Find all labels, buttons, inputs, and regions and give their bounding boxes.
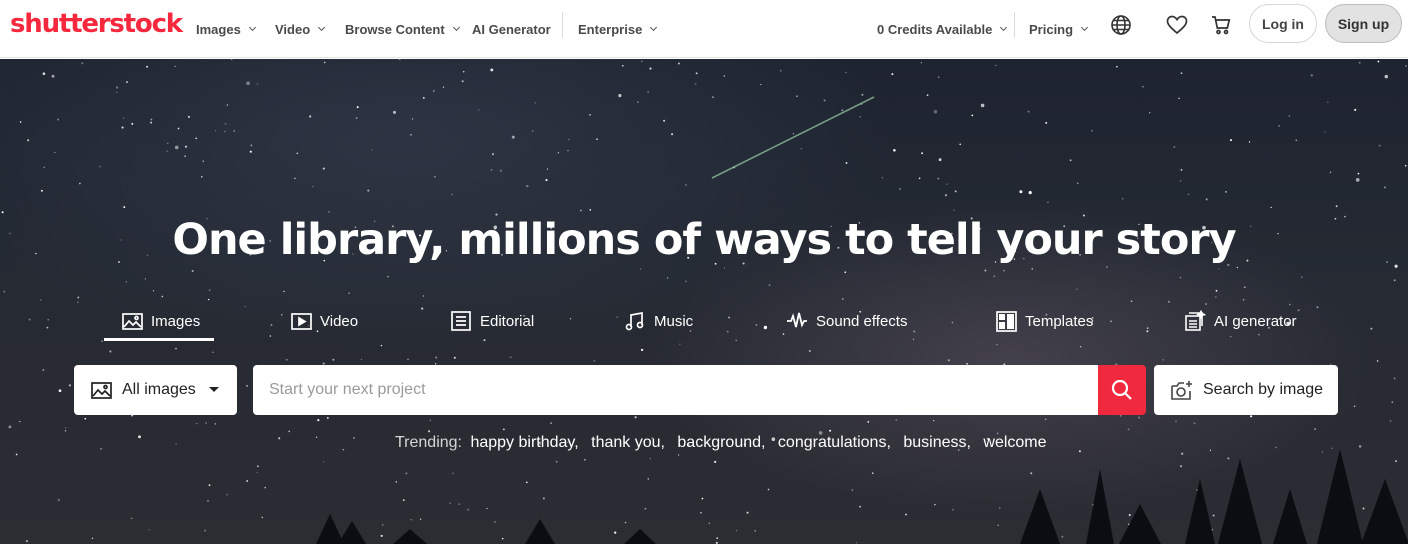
video-icon bbox=[290, 310, 312, 332]
pricing-label: Pricing bbox=[1029, 21, 1074, 37]
search-by-image-button[interactable]: Search by image bbox=[1154, 365, 1338, 415]
trending-term[interactable]: congratulations, bbox=[778, 434, 891, 451]
search-input[interactable] bbox=[253, 365, 1099, 415]
nav-images-label: Images bbox=[196, 21, 241, 37]
trending-term[interactable]: background, bbox=[677, 434, 765, 451]
nav-video-label: Video bbox=[275, 21, 311, 37]
image-icon bbox=[121, 310, 143, 332]
login-button[interactable]: Log in bbox=[1249, 4, 1317, 43]
tab-templates-label: Templates bbox=[1025, 312, 1094, 330]
search-icon bbox=[1111, 379, 1132, 400]
ai-generator-icon bbox=[1184, 310, 1206, 332]
hero-headline: One library, millions of ways to tell yo… bbox=[172, 215, 1236, 265]
trending-term[interactable]: thank you, bbox=[591, 434, 665, 451]
pricing-dropdown[interactable]: Pricing bbox=[1029, 0, 1089, 58]
tab-music[interactable]: Music bbox=[624, 301, 693, 341]
chevron-down-icon bbox=[1000, 23, 1008, 32]
tab-video[interactable]: Video bbox=[290, 301, 358, 341]
signup-button[interactable]: Sign up bbox=[1325, 4, 1402, 43]
nav-enterprise[interactable]: Enterprise bbox=[578, 0, 658, 58]
chevron-down-icon bbox=[452, 23, 460, 32]
trending-label: Trending: bbox=[395, 434, 462, 451]
nav-divider bbox=[562, 12, 563, 38]
top-header: shutterstock Images Video Browse Content… bbox=[0, 0, 1408, 58]
hero-section: One library, millions of ways to tell yo… bbox=[0, 59, 1408, 544]
music-icon bbox=[624, 310, 646, 332]
editorial-icon bbox=[450, 310, 472, 332]
trending-term[interactable]: happy birthday, bbox=[470, 434, 578, 451]
tab-sound-effects-label: Sound effects bbox=[816, 312, 908, 330]
tab-templates[interactable]: Templates bbox=[995, 301, 1093, 341]
credits-dropdown[interactable]: 0 Credits Available bbox=[877, 0, 1008, 58]
shutterstock-logo[interactable]: shutterstock bbox=[10, 9, 183, 39]
tab-video-label: Video bbox=[320, 312, 359, 330]
globe-icon[interactable] bbox=[1109, 13, 1133, 37]
tab-editorial-label: Editorial bbox=[480, 312, 535, 330]
camera-plus-icon bbox=[1171, 380, 1193, 400]
templates-icon bbox=[995, 310, 1017, 332]
chevron-down-icon bbox=[650, 23, 658, 32]
tab-images-label: Images bbox=[151, 312, 201, 330]
heart-icon[interactable] bbox=[1165, 13, 1189, 37]
cart-icon[interactable] bbox=[1209, 13, 1233, 37]
nav-ai-generator-label: AI Generator bbox=[472, 21, 551, 37]
asset-type-label: All images bbox=[122, 381, 196, 398]
search-by-image-label: Search by image bbox=[1203, 381, 1324, 398]
chevron-down-icon bbox=[1081, 23, 1089, 32]
nav-browse-content-label: Browse Content bbox=[345, 21, 445, 37]
trending-searches: Trending: happy birthday, thank you, bac… bbox=[395, 434, 1055, 452]
search-button[interactable] bbox=[1098, 365, 1146, 415]
credits-label: 0 Credits Available bbox=[877, 21, 993, 37]
tab-ai-generator[interactable]: AI generator bbox=[1184, 301, 1297, 341]
caret-down-icon bbox=[209, 387, 219, 392]
nav-browse-content[interactable]: Browse Content bbox=[345, 0, 460, 58]
nav-divider bbox=[1014, 12, 1015, 38]
tab-sound-effects[interactable]: Sound effects bbox=[786, 301, 907, 341]
chevron-down-icon bbox=[318, 23, 326, 32]
tab-editorial[interactable]: Editorial bbox=[450, 301, 534, 341]
active-tab-indicator bbox=[104, 338, 214, 341]
nav-enterprise-label: Enterprise bbox=[578, 21, 643, 37]
chevron-down-icon bbox=[248, 23, 256, 32]
tab-ai-generator-label: AI generator bbox=[1214, 312, 1297, 330]
meteor-streak bbox=[711, 96, 875, 179]
image-icon bbox=[91, 381, 112, 399]
trending-term[interactable]: welcome bbox=[983, 434, 1046, 451]
sound-wave-icon bbox=[786, 310, 808, 332]
tab-images[interactable]: Images bbox=[121, 301, 200, 341]
nav-video[interactable]: Video bbox=[275, 0, 326, 58]
nav-ai-generator[interactable]: AI Generator bbox=[472, 0, 551, 58]
nav-images[interactable]: Images bbox=[196, 0, 256, 58]
trending-term[interactable]: business, bbox=[903, 434, 971, 451]
tab-music-label: Music bbox=[654, 312, 694, 330]
asset-type-select[interactable]: All images bbox=[74, 365, 237, 415]
